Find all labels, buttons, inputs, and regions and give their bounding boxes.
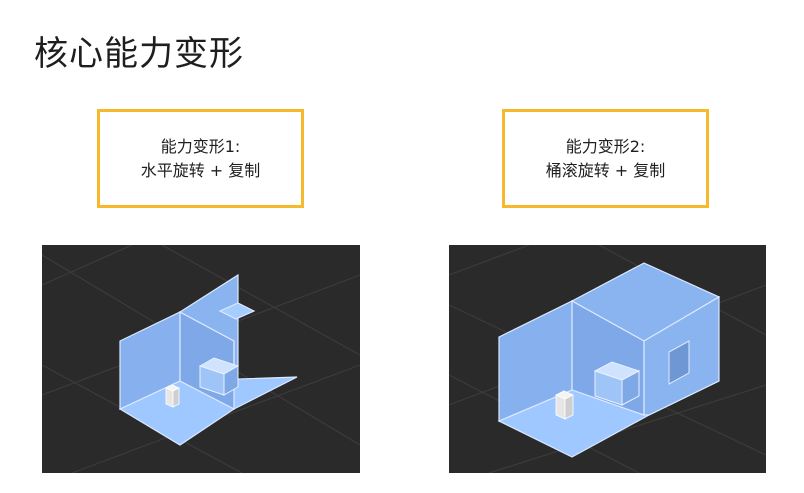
- transform-2-caption-box: 能力变形2: 桶滚旋转 + 复制: [502, 109, 709, 208]
- transform-1-description: 水平旋转 + 复制: [140, 160, 261, 180]
- transform-2-scene: [449, 245, 766, 473]
- pillar-front: [555, 394, 566, 420]
- transform-2-scene-render: [449, 245, 766, 473]
- page-title: 核心能力变形: [34, 34, 244, 74]
- transform-2-description: 桶滚旋转 + 复制: [545, 160, 666, 180]
- pillar-front: [165, 387, 174, 408]
- transform-1-scene-render: [42, 245, 360, 473]
- transform-1-scene: [42, 245, 360, 473]
- transform-1-title: 能力变形1:: [160, 136, 241, 156]
- transform-2-title: 能力变形2:: [565, 136, 646, 156]
- pillar-side: [564, 394, 574, 420]
- transform-1-caption-box: 能力变形1: 水平旋转 + 复制: [97, 109, 304, 208]
- pillar-side: [172, 387, 180, 408]
